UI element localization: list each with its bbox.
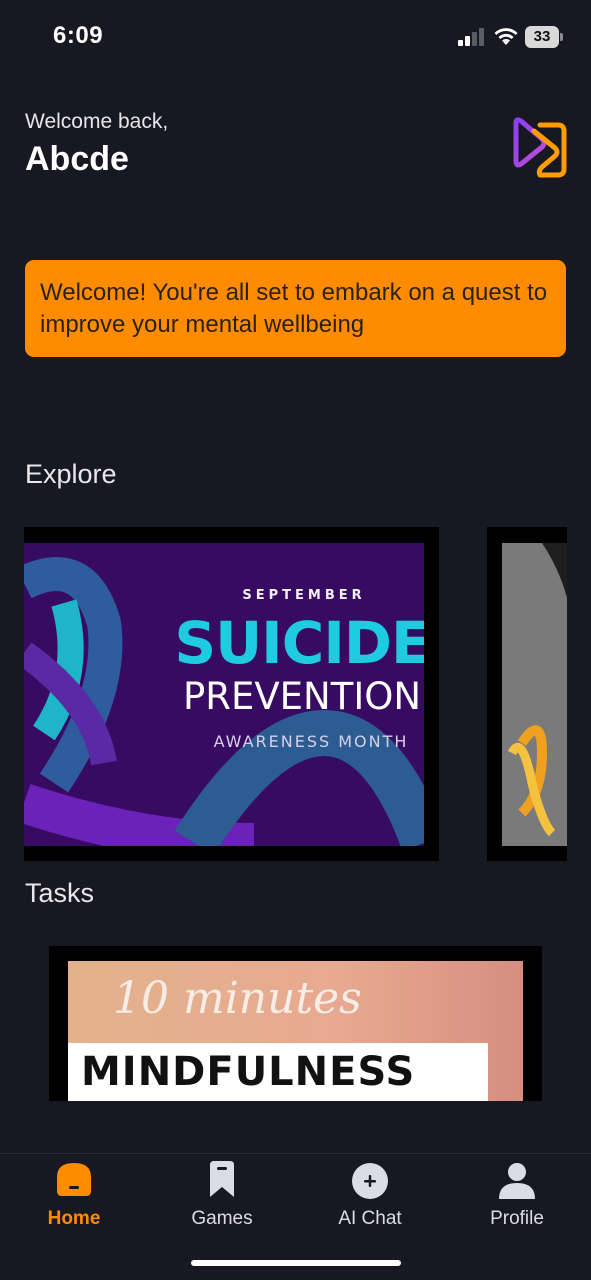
awareness-ribbon-photo: [502, 543, 567, 846]
poster-subheadline: PREVENTION: [182, 675, 422, 718]
home-indicator[interactable]: [191, 1260, 401, 1266]
explore-card[interactable]: SEPTEMBER SUICIDE PREVENTION AWARENESS M…: [24, 527, 439, 861]
tab-profile[interactable]: Profile: [443, 1154, 591, 1249]
battery-level: 33: [525, 26, 559, 48]
poster-caption: AWARENESS MONTH: [213, 732, 409, 751]
cellular-signal-icon: [458, 28, 486, 46]
person-icon: [499, 1163, 535, 1199]
plus-circle-icon: [352, 1163, 388, 1199]
tab-games[interactable]: Games: [148, 1154, 296, 1249]
welcome-banner-text: Welcome! You're all set to embark on a q…: [40, 279, 548, 338]
suicide-prevention-poster: SEPTEMBER SUICIDE PREVENTION AWARENESS M…: [24, 543, 424, 846]
status-bar: 6:09 33: [0, 0, 591, 70]
app-logo-icon[interactable]: [510, 115, 568, 179]
explore-carousel[interactable]: SEPTEMBER SUICIDE PREVENTION AWARENESS M…: [24, 527, 567, 861]
greeting-text: Welcome back,: [25, 110, 169, 133]
battery-icon: 33: [525, 26, 563, 48]
status-time: 6:09: [53, 22, 104, 49]
home-icon: [57, 1163, 91, 1196]
bookmark-icon: [210, 1161, 234, 1197]
explore-card[interactable]: [487, 527, 567, 861]
tab-home[interactable]: Home: [0, 1154, 148, 1249]
tab-profile-label: Profile: [490, 1208, 544, 1229]
poster-headline: SUICIDE: [174, 609, 424, 677]
welcome-banner: Welcome! You're all set to embark on a q…: [25, 260, 566, 357]
task-card[interactable]: 10 minutes MINDFULNESS: [49, 946, 542, 1101]
task-duration: 10 minutes: [113, 973, 362, 1024]
poster-month: SEPTEMBER: [242, 588, 366, 603]
username: Abcde: [25, 140, 129, 178]
mindfulness-image: 10 minutes MINDFULNESS: [68, 961, 523, 1101]
wifi-icon: [494, 28, 518, 45]
tab-ai-chat[interactable]: AI Chat: [296, 1154, 444, 1249]
tab-games-label: Games: [191, 1208, 253, 1229]
task-title: MINDFULNESS: [81, 1049, 416, 1095]
tab-ai-chat-label: AI Chat: [338, 1208, 402, 1229]
explore-section-title: Explore: [25, 459, 117, 489]
tab-home-label: Home: [47, 1208, 101, 1229]
tasks-section-title: Tasks: [25, 878, 95, 908]
